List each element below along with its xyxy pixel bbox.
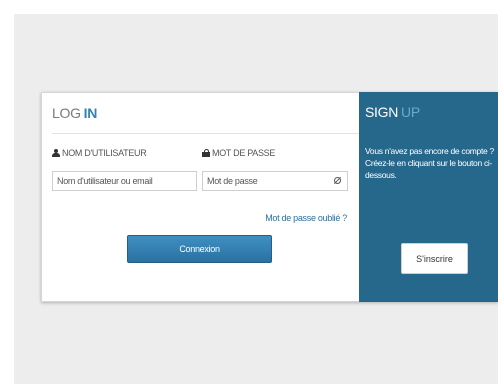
login-title-part2: IN (83, 105, 98, 121)
signup-button[interactable]: S'inscrire (401, 243, 468, 274)
signup-title-part2: UP (401, 104, 420, 120)
password-input[interactable] (202, 171, 348, 191)
user-icon (52, 149, 60, 157)
login-divider (52, 133, 359, 134)
show-password-icon[interactable] (334, 177, 341, 184)
signup-description: Vous n'avez pas encore de compte ? Créez… (365, 145, 498, 181)
username-input[interactable] (52, 171, 197, 191)
password-label-text: MOT DE PASSE (212, 148, 276, 158)
signup-panel: SIGN UP Vous n'avez pas encore de compte… (359, 92, 498, 302)
login-title: LOG IN (52, 105, 97, 121)
login-panel: LOG IN NOM D'UTILISATEUR MOT DE PASSE Mo… (41, 92, 359, 302)
signup-title: SIGN UP (365, 104, 420, 120)
password-label: MOT DE PASSE (202, 148, 275, 158)
signup-title-part1: SIGN (365, 104, 399, 120)
lock-icon (202, 149, 210, 157)
username-label-text: NOM D'UTILISATEUR (62, 148, 147, 158)
signup-text-line2: Créez-le en cliquant sur le bouton ci-de… (365, 158, 493, 180)
connexion-button[interactable]: Connexion (127, 235, 272, 263)
signup-text-line1: Vous n'avez pas encore de compte ? (365, 146, 494, 156)
forgot-password-link[interactable]: Mot de passe oublié ? (265, 213, 347, 223)
auth-card: LOG IN NOM D'UTILISATEUR MOT DE PASSE Mo… (41, 92, 498, 302)
username-label: NOM D'UTILISATEUR (52, 148, 147, 158)
login-title-part1: LOG (52, 105, 81, 121)
